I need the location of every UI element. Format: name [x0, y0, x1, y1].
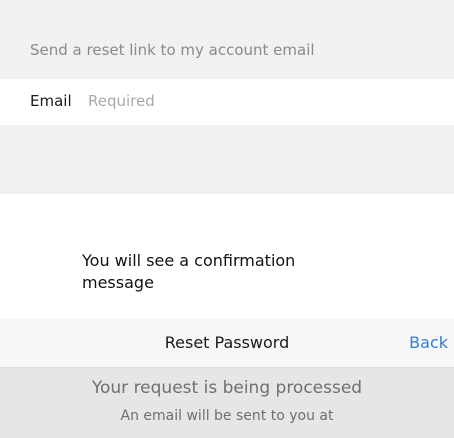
back-button[interactable]: Back: [409, 319, 448, 367]
screen: Send a reset link to my account email Em…: [0, 0, 454, 438]
navigation-bar: Reset Password Back: [0, 319, 454, 368]
reset-hint-text: Send a reset link to my account email: [30, 41, 315, 59]
status-body: An email will be sent to you at: [120, 408, 334, 424]
form-footer-space: [0, 125, 454, 194]
status-area: Your request is being processed An email…: [0, 368, 454, 438]
status-title: Your request is being processed: [91, 378, 363, 398]
reset-hint-row: Send a reset link to my account email: [0, 18, 454, 79]
email-label: Email: [30, 92, 72, 110]
nav-title: Reset Password: [164, 333, 290, 352]
confirmation-caption: You will see a confirmation message: [82, 251, 296, 292]
email-row[interactable]: Email: [0, 79, 454, 125]
email-input[interactable]: [88, 88, 418, 114]
top-band: [0, 0, 454, 18]
